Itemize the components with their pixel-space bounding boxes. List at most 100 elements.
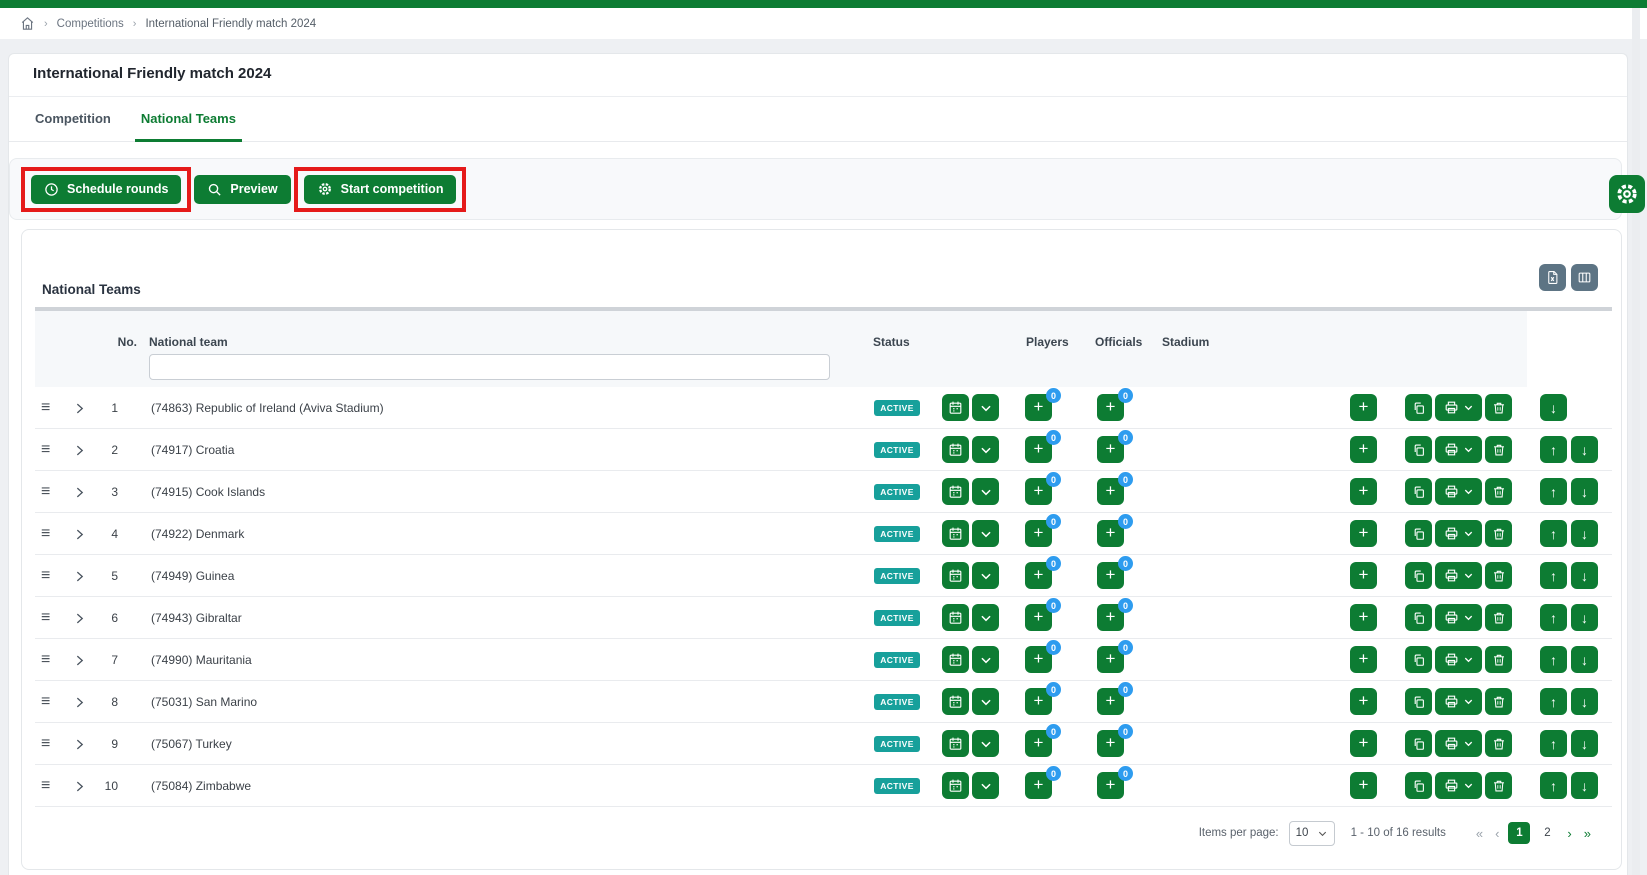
print-dropdown-button[interactable]	[1435, 520, 1482, 547]
move-up-button[interactable]: ↑	[1540, 604, 1567, 631]
drag-handle-icon[interactable]: ≡	[41, 681, 50, 723]
drag-handle-icon[interactable]: ≡	[41, 513, 50, 555]
add-stadium-button[interactable]: +	[1350, 478, 1377, 505]
tab-national-teams[interactable]: National Teams	[139, 96, 238, 141]
columns-settings-button[interactable]	[1571, 264, 1598, 291]
home-icon[interactable]	[20, 16, 35, 31]
add-stadium-button[interactable]: +	[1350, 436, 1377, 463]
calendar-button[interactable]	[942, 688, 969, 715]
page-number-button[interactable]: 1	[1508, 822, 1530, 844]
move-up-button[interactable]: ↑	[1540, 478, 1567, 505]
move-down-button[interactable]: ↓	[1571, 646, 1598, 673]
drag-handle-icon[interactable]: ≡	[41, 555, 50, 597]
copy-button[interactable]	[1405, 478, 1432, 505]
add-stadium-button[interactable]: +	[1350, 520, 1377, 547]
drag-handle-icon[interactable]: ≡	[41, 471, 50, 513]
move-up-button[interactable]: ↑	[1540, 772, 1567, 799]
team-actions-dropdown-button[interactable]	[972, 520, 999, 547]
add-stadium-button[interactable]: +	[1350, 604, 1377, 631]
start-competition-button[interactable]: Start competition	[304, 175, 457, 204]
calendar-button[interactable]	[942, 520, 969, 547]
move-up-button[interactable]: ↑	[1540, 436, 1567, 463]
copy-button[interactable]	[1405, 772, 1432, 799]
add-stadium-button[interactable]: +	[1350, 730, 1377, 757]
national-team-filter-input[interactable]	[149, 354, 830, 380]
print-dropdown-button[interactable]	[1435, 688, 1482, 715]
export-excel-button[interactable]	[1539, 264, 1566, 291]
team-actions-dropdown-button[interactable]	[972, 562, 999, 589]
move-down-button[interactable]: ↓	[1571, 730, 1598, 757]
move-down-button[interactable]: ↓	[1571, 436, 1598, 463]
team-actions-dropdown-button[interactable]	[972, 688, 999, 715]
schedule-rounds-button[interactable]: Schedule rounds	[31, 175, 181, 204]
tab-competition[interactable]: Competition	[33, 96, 113, 141]
delete-button[interactable]	[1485, 520, 1512, 547]
copy-button[interactable]	[1405, 436, 1432, 463]
copy-button[interactable]	[1405, 394, 1432, 421]
prev-page-button[interactable]: ‹	[1489, 826, 1505, 841]
print-dropdown-button[interactable]	[1435, 478, 1482, 505]
delete-button[interactable]	[1485, 772, 1512, 799]
last-page-button[interactable]: »	[1578, 826, 1597, 841]
delete-button[interactable]	[1485, 478, 1512, 505]
calendar-button[interactable]	[942, 436, 969, 463]
delete-button[interactable]	[1485, 646, 1512, 673]
copy-button[interactable]	[1405, 730, 1432, 757]
copy-button[interactable]	[1405, 562, 1432, 589]
settings-flyout-button[interactable]	[1609, 175, 1645, 213]
page-number-button[interactable]: 2	[1536, 822, 1558, 844]
drag-handle-icon[interactable]: ≡	[41, 597, 50, 639]
move-down-button[interactable]: ↓	[1571, 688, 1598, 715]
move-up-button[interactable]: ↑	[1540, 520, 1567, 547]
drag-handle-icon[interactable]: ≡	[41, 429, 50, 471]
items-per-page-select[interactable]: 10	[1289, 821, 1335, 846]
copy-button[interactable]	[1405, 646, 1432, 673]
calendar-button[interactable]	[942, 562, 969, 589]
add-stadium-button[interactable]: +	[1350, 772, 1377, 799]
team-actions-dropdown-button[interactable]	[972, 604, 999, 631]
team-actions-dropdown-button[interactable]	[972, 646, 999, 673]
move-down-button[interactable]: ↓	[1571, 520, 1598, 547]
print-dropdown-button[interactable]	[1435, 730, 1482, 757]
calendar-button[interactable]	[942, 646, 969, 673]
drag-handle-icon[interactable]: ≡	[41, 765, 50, 807]
copy-button[interactable]	[1405, 520, 1432, 547]
calendar-button[interactable]	[942, 730, 969, 757]
delete-button[interactable]	[1485, 688, 1512, 715]
drag-handle-icon[interactable]: ≡	[41, 723, 50, 765]
first-page-button[interactable]: «	[1470, 826, 1489, 841]
team-actions-dropdown-button[interactable]	[972, 478, 999, 505]
vertical-scrollbar[interactable]	[1632, 8, 1640, 875]
move-up-button[interactable]: ↑	[1540, 562, 1567, 589]
breadcrumb-item-competitions[interactable]: Competitions	[57, 18, 124, 30]
move-down-button[interactable]: ↓	[1540, 394, 1567, 421]
delete-button[interactable]	[1485, 436, 1512, 463]
move-down-button[interactable]: ↓	[1571, 562, 1598, 589]
add-stadium-button[interactable]: +	[1350, 688, 1377, 715]
team-actions-dropdown-button[interactable]	[972, 394, 999, 421]
add-stadium-button[interactable]: +	[1350, 562, 1377, 589]
team-actions-dropdown-button[interactable]	[972, 730, 999, 757]
move-up-button[interactable]: ↑	[1540, 646, 1567, 673]
delete-button[interactable]	[1485, 730, 1512, 757]
move-up-button[interactable]: ↑	[1540, 730, 1567, 757]
delete-button[interactable]	[1485, 394, 1512, 421]
drag-handle-icon[interactable]: ≡	[41, 639, 50, 681]
add-stadium-button[interactable]: +	[1350, 646, 1377, 673]
team-actions-dropdown-button[interactable]	[972, 772, 999, 799]
print-dropdown-button[interactable]	[1435, 646, 1482, 673]
delete-button[interactable]	[1485, 562, 1512, 589]
calendar-button[interactable]	[942, 772, 969, 799]
move-down-button[interactable]: ↓	[1571, 772, 1598, 799]
move-down-button[interactable]: ↓	[1571, 604, 1598, 631]
print-dropdown-button[interactable]	[1435, 772, 1482, 799]
next-page-button[interactable]: ›	[1561, 826, 1577, 841]
preview-button[interactable]: Preview	[194, 175, 290, 204]
calendar-button[interactable]	[942, 478, 969, 505]
move-up-button[interactable]: ↑	[1540, 688, 1567, 715]
print-dropdown-button[interactable]	[1435, 436, 1482, 463]
move-down-button[interactable]: ↓	[1571, 478, 1598, 505]
print-dropdown-button[interactable]	[1435, 562, 1482, 589]
add-stadium-button[interactable]: +	[1350, 394, 1377, 421]
drag-handle-icon[interactable]: ≡	[41, 387, 50, 429]
